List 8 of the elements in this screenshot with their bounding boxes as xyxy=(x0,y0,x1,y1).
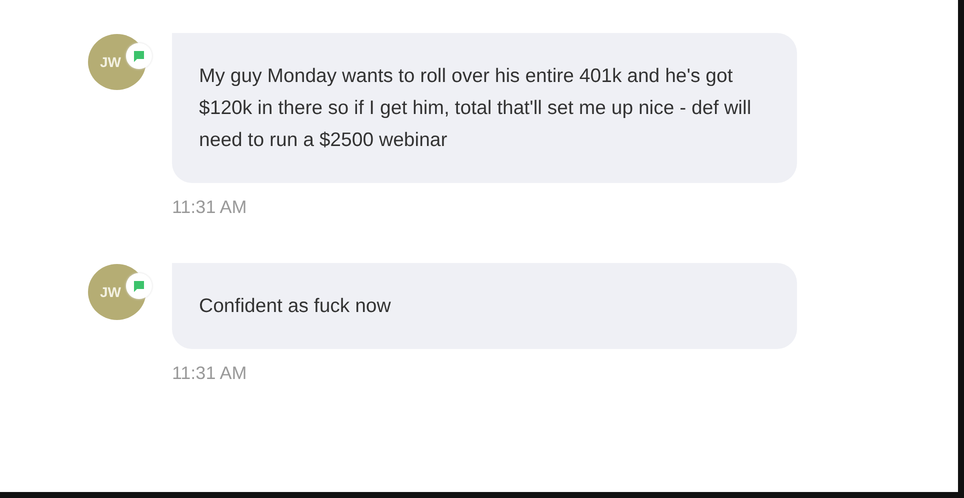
avatar-initials: JW xyxy=(100,54,121,70)
chat-badge-icon xyxy=(126,273,152,299)
chat-badge-icon xyxy=(126,43,152,69)
message-time: 11:31 AM xyxy=(172,197,248,218)
avatar-initials: JW xyxy=(100,284,121,300)
message-text: Confident as fuck now xyxy=(199,294,392,319)
message-text: My guy Monday wants to roll over his entire 401k and he's got $120k in there so if I get him, total that'll set me up nice - def will need to run a $2500 webinar xyxy=(199,64,752,153)
message-time: 11:31 AM xyxy=(172,363,248,384)
